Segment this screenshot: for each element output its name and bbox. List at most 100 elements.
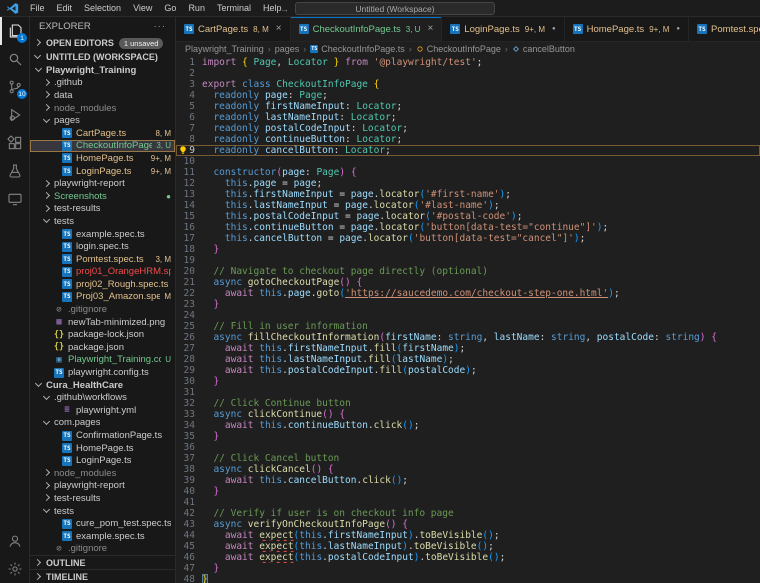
file-Proj03_Amazon.spects[interactable]: TS Proj03_Amazon.spects M [30, 291, 175, 304]
folder-com.pages[interactable]: com.pages [30, 417, 175, 430]
folder-playwright-report[interactable]: playwright-report [30, 177, 175, 190]
code-line-16[interactable]: 16 this.continueButton = page.locator('b… [176, 222, 760, 233]
code-line-6[interactable]: 6 readonly lastNameInput: Locator; [176, 112, 760, 123]
code-line-48[interactable]: 48} [176, 574, 760, 583]
folder-node_modules[interactable]: node_modules [30, 467, 175, 480]
file-Pomtest.spec.ts[interactable]: TS Pomtest.spec.ts 3, M [30, 253, 175, 266]
activity-run-and-debug[interactable] [0, 101, 29, 129]
code-line-7[interactable]: 7 readonly postalCodeInput: Locator; [176, 123, 760, 134]
breadcrumb-item-pages[interactable]: pages [275, 44, 300, 54]
code-line-30[interactable]: 30 } [176, 376, 760, 387]
folder-pages[interactable]: pages [30, 114, 175, 127]
code-line-22[interactable]: 22 await this.page.goto('https://saucede… [176, 288, 760, 299]
file-package.json[interactable]: {} package.json [30, 341, 175, 354]
activity-testing[interactable] [0, 157, 29, 185]
file-HomePage.ts[interactable]: TS HomePage.ts [30, 442, 175, 455]
file-LoginPage.ts[interactable]: TS LoginPage.ts [30, 454, 175, 467]
file-playwright.config.ts[interactable]: TS playwright.config.ts [30, 366, 175, 379]
more-actions-icon[interactable]: ··· [154, 21, 167, 32]
outline-header[interactable]: OUTLINE [30, 555, 175, 569]
code-line-10[interactable]: 10 [176, 156, 760, 167]
file-example.spec.ts[interactable]: TS example.spec.ts [30, 228, 175, 241]
menu-selection[interactable]: Selection [78, 3, 127, 13]
activity-settings[interactable] [0, 555, 29, 583]
code-line-47[interactable]: 47 } [176, 563, 760, 574]
activity-explorer[interactable]: 1 [0, 17, 29, 45]
code-line-4[interactable]: 4 readonly page: Page; [176, 90, 760, 101]
code-line-15[interactable]: 15 this.postalCodeInput = page.locator('… [176, 211, 760, 222]
dirty-dot-icon[interactable]: ● [552, 26, 556, 32]
close-icon[interactable]: × [276, 24, 282, 34]
workspace-header[interactable]: UNTITLED (WORKSPACE) [30, 50, 175, 64]
dirty-dot-icon[interactable]: ● [676, 26, 680, 32]
file-newTab-minimized.png[interactable]: ▦ newTab-minimized.png [30, 316, 175, 329]
tab-CheckoutInfoPage.ts[interactable]: TS CheckoutInfoPage.ts 3, U × [290, 17, 443, 41]
folder-Screenshots[interactable]: Screenshots ● [30, 190, 175, 203]
code-line-14[interactable]: 14 this.lastNameInput = page.locator('#l… [176, 200, 760, 211]
code-line-11[interactable]: 11 constructor(page: Page) { [176, 167, 760, 178]
file-ConfirmationPage.ts[interactable]: TS ConfirmationPage.ts [30, 429, 175, 442]
folder-data[interactable]: data [30, 89, 175, 102]
code-line-2[interactable]: 2 [176, 68, 760, 79]
timeline-header[interactable]: TIMELINE [30, 569, 175, 583]
tab-CartPage.ts[interactable]: TS CartPage.ts 8, M × [176, 17, 291, 41]
folder-tests[interactable]: tests [30, 505, 175, 518]
code-line-9[interactable]: 9 readonly cancelButton: Locator; [176, 145, 760, 156]
breadcrumb-item-cancelButton[interactable]: cancelButton [512, 44, 575, 54]
code-line-36[interactable]: 36 [176, 442, 760, 453]
code-line-45[interactable]: 45 await expect(this.lastNameInput).toBe… [176, 541, 760, 552]
code-line-34[interactable]: 34 await this.continueButton.click(); [176, 420, 760, 431]
file-login.spec.ts[interactable]: TS login.spec.ts [30, 240, 175, 253]
code-line-25[interactable]: 25 // Fill in user information [176, 321, 760, 332]
activity-search[interactable] [0, 45, 29, 73]
code-line-38[interactable]: 38 async clickCancel() { [176, 464, 760, 475]
tab-Pomtest.spec.ts[interactable]: TSPomtest.spec.ts3, M● [689, 17, 760, 41]
code-line-20[interactable]: 20 // Navigate to checkout page directly… [176, 266, 760, 277]
code-line-12[interactable]: 12 this.page = page; [176, 178, 760, 189]
code-line-24[interactable]: 24 [176, 310, 760, 321]
folder-test-results[interactable]: test-results [30, 203, 175, 216]
code-line-37[interactable]: 37 // Click Cancel button [176, 453, 760, 464]
code-line-33[interactable]: 33 async clickContinue() { [176, 409, 760, 420]
code-line-3[interactable]: 3 export class CheckoutInfoPage { [176, 79, 760, 90]
code-line-19[interactable]: 19 [176, 255, 760, 266]
menu-go[interactable]: Go [158, 3, 182, 13]
code-line-21[interactable]: 21 async gotoCheckoutPage() { [176, 277, 760, 288]
activity-source-control[interactable]: 10 [0, 73, 29, 101]
activity-accounts[interactable] [0, 527, 29, 555]
folder-.github\workflows[interactable]: .github\workflows [30, 391, 175, 404]
workspace-search-box[interactable]: Untitled (Workspace) [295, 2, 495, 15]
code-line-41[interactable]: 41 [176, 497, 760, 508]
code-line-39[interactable]: 39 await this.cancelButton.click(); [176, 475, 760, 486]
code-line-28[interactable]: 28 await this.lastNameInput.fill(lastNam… [176, 354, 760, 365]
tab-LoginPage.ts[interactable]: TS LoginPage.ts 9+, M ● [442, 17, 565, 41]
folder-test-results[interactable]: test-results [30, 492, 175, 505]
file-example.spec.ts[interactable]: TS example.spec.ts [30, 530, 175, 543]
menu-view[interactable]: View [127, 3, 158, 13]
file-.gitignore[interactable]: ⊘ .gitignore [30, 543, 175, 555]
open-editors-header[interactable]: OPEN EDITORS 1 unsaved [30, 36, 175, 50]
file-CartPage.ts[interactable]: TS CartPage.ts 8, M [30, 127, 175, 140]
code-line-13[interactable]: 13 this.firstNameInput = page.locator('#… [176, 189, 760, 200]
folder-.github[interactable]: .github [30, 77, 175, 90]
code-line-40[interactable]: 40 } [176, 486, 760, 497]
file-CheckoutInfoPage.ts[interactable]: TS CheckoutInfoPage.ts 3, U [30, 139, 175, 153]
code-line-46[interactable]: 46 await expect(this.postalCodeInput).to… [176, 552, 760, 563]
code-line-1[interactable]: 1 import { Page, Locator } from '@playwri… [176, 57, 760, 68]
code-line-23[interactable]: 23 } [176, 299, 760, 310]
menu-edit[interactable]: Edit [51, 3, 79, 13]
back-arrow-icon[interactable]: ← [265, 4, 274, 14]
activity-remote-explorer[interactable] [0, 185, 29, 213]
code-line-43[interactable]: 43 async verifyOnCheckoutInfoPage() { [176, 519, 760, 530]
file-HomePage.ts[interactable]: TS HomePage.ts 9+, M [30, 152, 175, 165]
menu-run[interactable]: Run [182, 3, 211, 13]
code-line-17[interactable]: 17 this.cancelButton = page.locator('but… [176, 233, 760, 244]
file-playwright.yml[interactable]: ≡ playwright.yml [30, 404, 175, 417]
code-line-44[interactable]: 44 await expect(this.firstNameInput).toB… [176, 530, 760, 541]
folder-playwright-report[interactable]: playwright-report [30, 480, 175, 493]
folder-Playwright_Training[interactable]: Playwright_Training [30, 64, 175, 77]
file-.gitignore[interactable]: ⊘ .gitignore [30, 303, 175, 316]
code-line-29[interactable]: 29 await this.postalCodeInput.fill(posta… [176, 365, 760, 376]
folder-tests[interactable]: tests [30, 215, 175, 228]
folder-Cura_HealthCare[interactable]: Cura_HealthCare [30, 379, 175, 392]
